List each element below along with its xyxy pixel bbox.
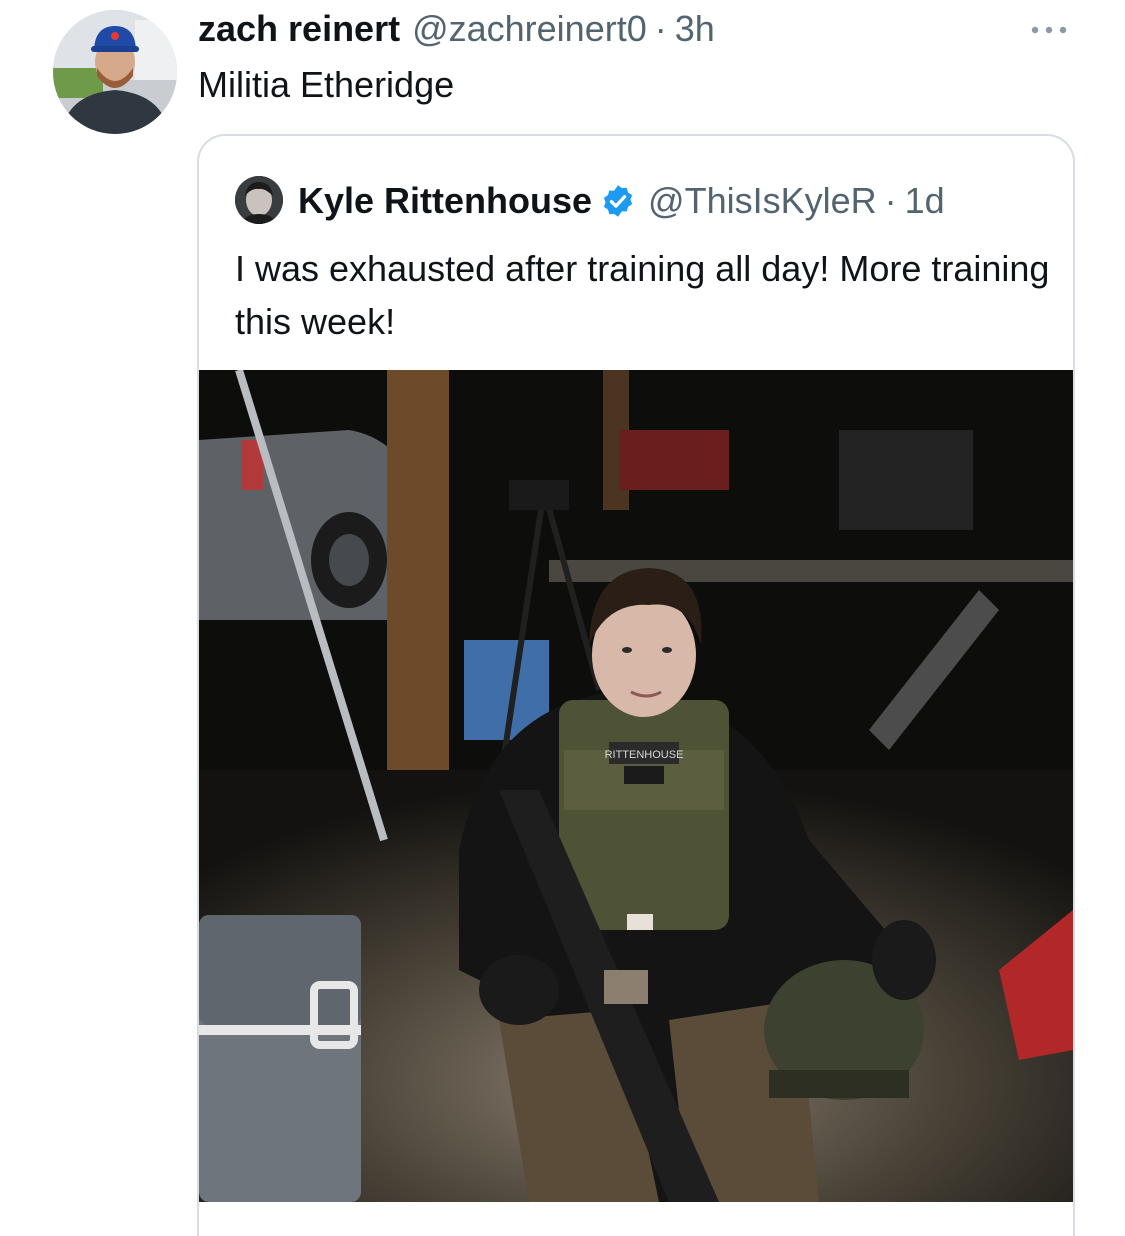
avatar-image — [53, 10, 177, 134]
tweet: zach reinert @zachreinert0 · 3h Militia … — [0, 0, 1125, 1236]
tweet-timestamp[interactable]: 3h — [675, 8, 715, 50]
ellipsis-icon — [1031, 26, 1067, 34]
quoted-tweet-text: I was exhausted after training all day! … — [235, 248, 1050, 342]
quoted-tweet-photo[interactable]: RITTENHOUSE — [199, 370, 1073, 1202]
author-handle[interactable]: @zachreinert0 — [412, 8, 647, 50]
verified-badge-icon — [603, 185, 633, 217]
quoted-author-avatar[interactable] — [235, 176, 283, 224]
quoted-tweet-header: Kyle Rittenhouse @ThisIsKyleR · 1d — [298, 176, 945, 226]
quoted-author-handle[interactable]: @ThisIsKyleR — [648, 180, 877, 222]
quoted-tweet[interactable]: Kyle Rittenhouse @ThisIsKyleR · 1d I was… — [197, 134, 1075, 1236]
tweet-text: Militia Etheridge — [198, 64, 455, 105]
more-options-button[interactable] — [1026, 16, 1072, 44]
quoted-header-separator: · — [884, 180, 897, 221]
photo-illustration: RITTENHOUSE — [199, 370, 1073, 1202]
author-display-name[interactable]: zach reinert — [198, 8, 400, 50]
quoted-tweet-timestamp[interactable]: 1d — [905, 180, 945, 222]
tweet-header: zach reinert @zachreinert0 · 3h — [198, 8, 715, 54]
header-separator: · — [654, 8, 667, 49]
quoted-avatar-image — [235, 176, 283, 224]
name-patch: RITTENHOUSE — [605, 749, 684, 761]
author-avatar[interactable] — [53, 10, 177, 134]
quoted-author-display-name[interactable]: Kyle Rittenhouse — [298, 180, 592, 222]
